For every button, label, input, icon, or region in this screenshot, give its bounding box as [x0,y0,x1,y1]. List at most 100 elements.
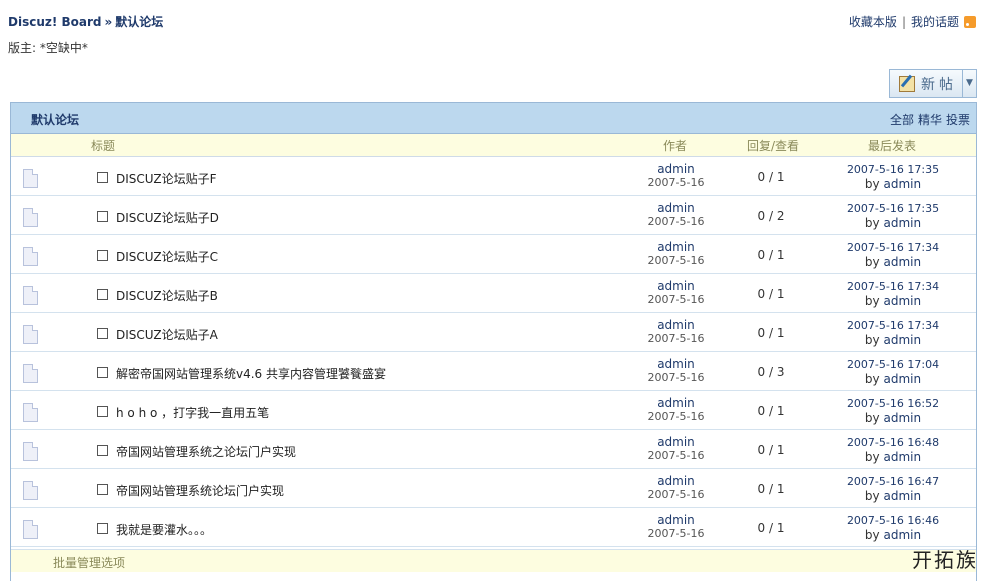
my-topics-link[interactable]: 我的话题 [911,13,959,30]
thread-author: admin 2007-5-16 [636,396,716,424]
replies-views: 0 / 1 [757,482,785,496]
last-post-time-link[interactable]: 2007-5-16 17:34 [831,279,955,294]
table-row: 帝国网站管理系统之论坛门户实现 admin 2007-5-16 0 / 1 2007-5… [11,430,976,469]
thread-author: admin 2007-5-16 [636,357,716,385]
filter-poll[interactable]: 投票 [946,113,970,127]
last-poster-link[interactable]: admin [883,489,921,503]
thread-list: 默认论坛 全部 精华 投票 标题 作者 回复/查看 最后发表 DISCUZ论坛贴子F… [10,102,977,581]
thread-subject-link[interactable]: 解密帝国网站管理系统v4.6 共享内容管理饕餮盛宴 [116,365,386,382]
last-poster-link[interactable]: admin [883,411,921,425]
board-title: 默认论坛 [31,113,80,127]
breadcrumb-current[interactable]: 默认论坛 [115,15,163,29]
last-poster-link[interactable]: admin [883,450,921,464]
thread-subject-link[interactable]: 帝国网站管理系统论坛门户实现 [116,482,284,499]
thread-checkbox[interactable] [97,445,108,456]
thread-checkbox[interactable] [97,523,108,534]
post-date: 2007-5-16 [647,410,705,423]
author-link[interactable]: admin [636,240,716,254]
thread-checkbox[interactable] [97,172,108,183]
last-post: 2007-5-16 17:34 by admin [831,240,955,270]
post-date: 2007-5-16 [647,293,705,306]
replies-views: 0 / 1 [757,170,785,184]
last-post-time-link[interactable]: 2007-5-16 17:34 [831,318,955,333]
table-row: DISCUZ论坛贴子A admin 2007-5-16 0 / 1 2007-5-16 … [11,313,976,352]
replies-views: 0 / 1 [757,443,785,457]
post-date: 2007-5-16 [647,527,705,540]
author-link[interactable]: admin [636,513,716,527]
author-link[interactable]: admin [636,279,716,293]
author-link[interactable]: admin [636,162,716,176]
last-poster-link[interactable]: admin [883,216,921,230]
thread-checkbox[interactable] [97,328,108,339]
post-date: 2007-5-16 [647,371,705,384]
thread-subject-link[interactable]: DISCUZ论坛贴子F [116,170,216,187]
thread-subject-link[interactable]: DISCUZ论坛贴子D [116,209,219,226]
last-post-time-link[interactable]: 2007-5-16 16:48 [831,435,955,450]
post-date: 2007-5-16 [647,488,705,501]
replies-views: 0 / 1 [757,287,785,301]
filter-digest[interactable]: 精华 [918,113,942,127]
chevron-down-icon[interactable]: ▼ [962,70,976,97]
rss-icon[interactable] [964,15,976,28]
author-link[interactable]: admin [636,318,716,332]
author-link[interactable]: admin [636,435,716,449]
last-post-by: by admin [831,372,955,387]
replies-views: 0 / 1 [757,326,785,340]
thread-subject-link[interactable]: 我就是要灌水。。。 [116,521,212,538]
last-poster-link[interactable]: admin [883,333,921,347]
last-poster-link[interactable]: admin [883,255,921,269]
filter-all[interactable]: 全部 [890,113,914,127]
last-poster-link[interactable]: admin [883,528,921,542]
last-post-by: by admin [831,333,955,348]
thread-subject-link[interactable]: h o h o ，打字我一直用五笔 [116,404,269,421]
last-post: 2007-5-16 17:35 by admin [831,201,955,231]
thread-subject-link[interactable]: DISCUZ论坛贴子A [116,326,218,343]
replies-views: 0 / 1 [757,521,785,535]
last-post-time-link[interactable]: 2007-5-16 17:35 [831,162,955,177]
last-post-by: by admin [831,489,955,504]
link-divider: | [901,14,906,29]
table-row: DISCUZ论坛贴子B admin 2007-5-16 0 / 1 2007-5-16 … [11,274,976,313]
last-poster-link[interactable]: admin [883,372,921,386]
last-poster-link[interactable]: admin [883,294,921,308]
author-link[interactable]: admin [636,201,716,215]
author-link[interactable]: admin [636,474,716,488]
thread-checkbox[interactable] [97,484,108,495]
last-post-time-link[interactable]: 2007-5-16 17:04 [831,357,955,372]
thread-status-icon [23,520,38,539]
thread-checkbox[interactable] [97,250,108,261]
post-date: 2007-5-16 [647,332,705,345]
last-post: 2007-5-16 16:48 by admin [831,435,955,465]
last-post-time-link[interactable]: 2007-5-16 17:34 [831,240,955,255]
thread-checkbox[interactable] [97,406,108,417]
table-row: 我就是要灌水。。。 admin 2007-5-16 0 / 1 2007-5-16 16… [11,508,976,547]
thread-subject-link[interactable]: DISCUZ论坛贴子B [116,287,218,304]
post-date: 2007-5-16 [647,176,705,189]
last-post-time-link[interactable]: 2007-5-16 17:35 [831,201,955,216]
replies-views: 0 / 1 [757,404,785,418]
last-poster-link[interactable]: admin [883,177,921,191]
table-row: DISCUZ论坛贴子F admin 2007-5-16 0 / 1 2007-5-16 … [11,157,976,196]
favorite-link[interactable]: 收藏本版 [849,13,897,30]
thread-author: admin 2007-5-16 [636,279,716,307]
last-post-by-prefix: by [864,177,880,191]
thread-status-icon [23,364,38,383]
last-post-by-prefix: by [864,333,880,347]
last-post-time-link[interactable]: 2007-5-16 16:52 [831,396,955,411]
last-post-time-link[interactable]: 2007-5-16 16:47 [831,474,955,489]
last-post-by-prefix: by [864,489,880,503]
new-post-button[interactable]: 新帖 ▼ [889,69,977,98]
thread-checkbox[interactable] [97,211,108,222]
thread-checkbox[interactable] [97,289,108,300]
thread-checkbox[interactable] [97,367,108,378]
author-link[interactable]: admin [636,396,716,410]
breadcrumb-home-link[interactable]: Discuz! Board [8,15,102,29]
thread-subject-link[interactable]: 帝国网站管理系统之论坛门户实现 [116,443,296,460]
column-header: 标题 作者 回复/查看 最后发表 [11,134,976,157]
batch-options-link[interactable]: 批量管理选项 [53,554,125,571]
thread-status-icon [23,247,38,266]
author-link[interactable]: admin [636,357,716,371]
thread-subject-link[interactable]: DISCUZ论坛贴子C [116,248,218,265]
table-row: DISCUZ论坛贴子D admin 2007-5-16 0 / 2 2007-5-16 … [11,196,976,235]
last-post-time-link[interactable]: 2007-5-16 16:46 [831,513,955,528]
